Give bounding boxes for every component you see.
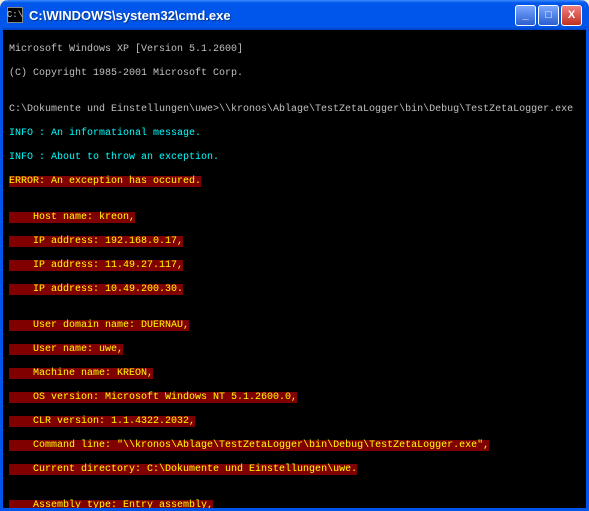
close-button[interactable]: X xyxy=(561,5,582,26)
window-buttons: _ □ X xyxy=(515,5,582,26)
cmd-icon: C:\ xyxy=(7,7,23,23)
prompt-line: C:\Dokumente und Einstellungen\uwe>\\kro… xyxy=(9,104,584,116)
error-detail: User domain name: DUERNAU, xyxy=(9,320,189,331)
cmd-window: C:\ C:\WINDOWS\system32\cmd.exe _ □ X Mi… xyxy=(0,0,589,511)
error-detail: IP address: 192.168.0.17, xyxy=(9,236,183,247)
error-detail: User name: uwe, xyxy=(9,344,123,355)
header-line: Microsoft Windows XP [Version 5.1.2600] xyxy=(9,44,584,56)
header-line: (C) Copyright 1985-2001 Microsoft Corp. xyxy=(9,68,584,80)
info-line: INFO : About to throw an exception. xyxy=(9,152,584,164)
error-line: ERROR: An exception has occured. xyxy=(9,176,201,187)
error-detail: Current directory: C:\Dokumente und Eins… xyxy=(9,464,357,475)
error-detail: Command line: "\\kronos\Ablage\TestZetaL… xyxy=(9,440,489,451)
error-detail: Assembly type: Entry assembly, xyxy=(9,500,213,508)
error-detail: OS version: Microsoft Windows NT 5.1.260… xyxy=(9,392,297,403)
console-output[interactable]: Microsoft Windows XP [Version 5.1.2600] … xyxy=(3,30,586,508)
maximize-button[interactable]: □ xyxy=(538,5,559,26)
error-detail: Host name: kreon, xyxy=(9,212,135,223)
error-detail: Machine name: KREON, xyxy=(9,368,153,379)
minimize-button[interactable]: _ xyxy=(515,5,536,26)
error-detail: CLR version: 1.1.4322.2032, xyxy=(9,416,195,427)
error-detail: IP address: 10.49.200.30. xyxy=(9,284,183,295)
info-line: INFO : An informational message. xyxy=(9,128,584,140)
window-title: C:\WINDOWS\system32\cmd.exe xyxy=(29,8,515,23)
error-detail: IP address: 11.49.27.117, xyxy=(9,260,183,271)
titlebar[interactable]: C:\ C:\WINDOWS\system32\cmd.exe _ □ X xyxy=(3,0,586,30)
